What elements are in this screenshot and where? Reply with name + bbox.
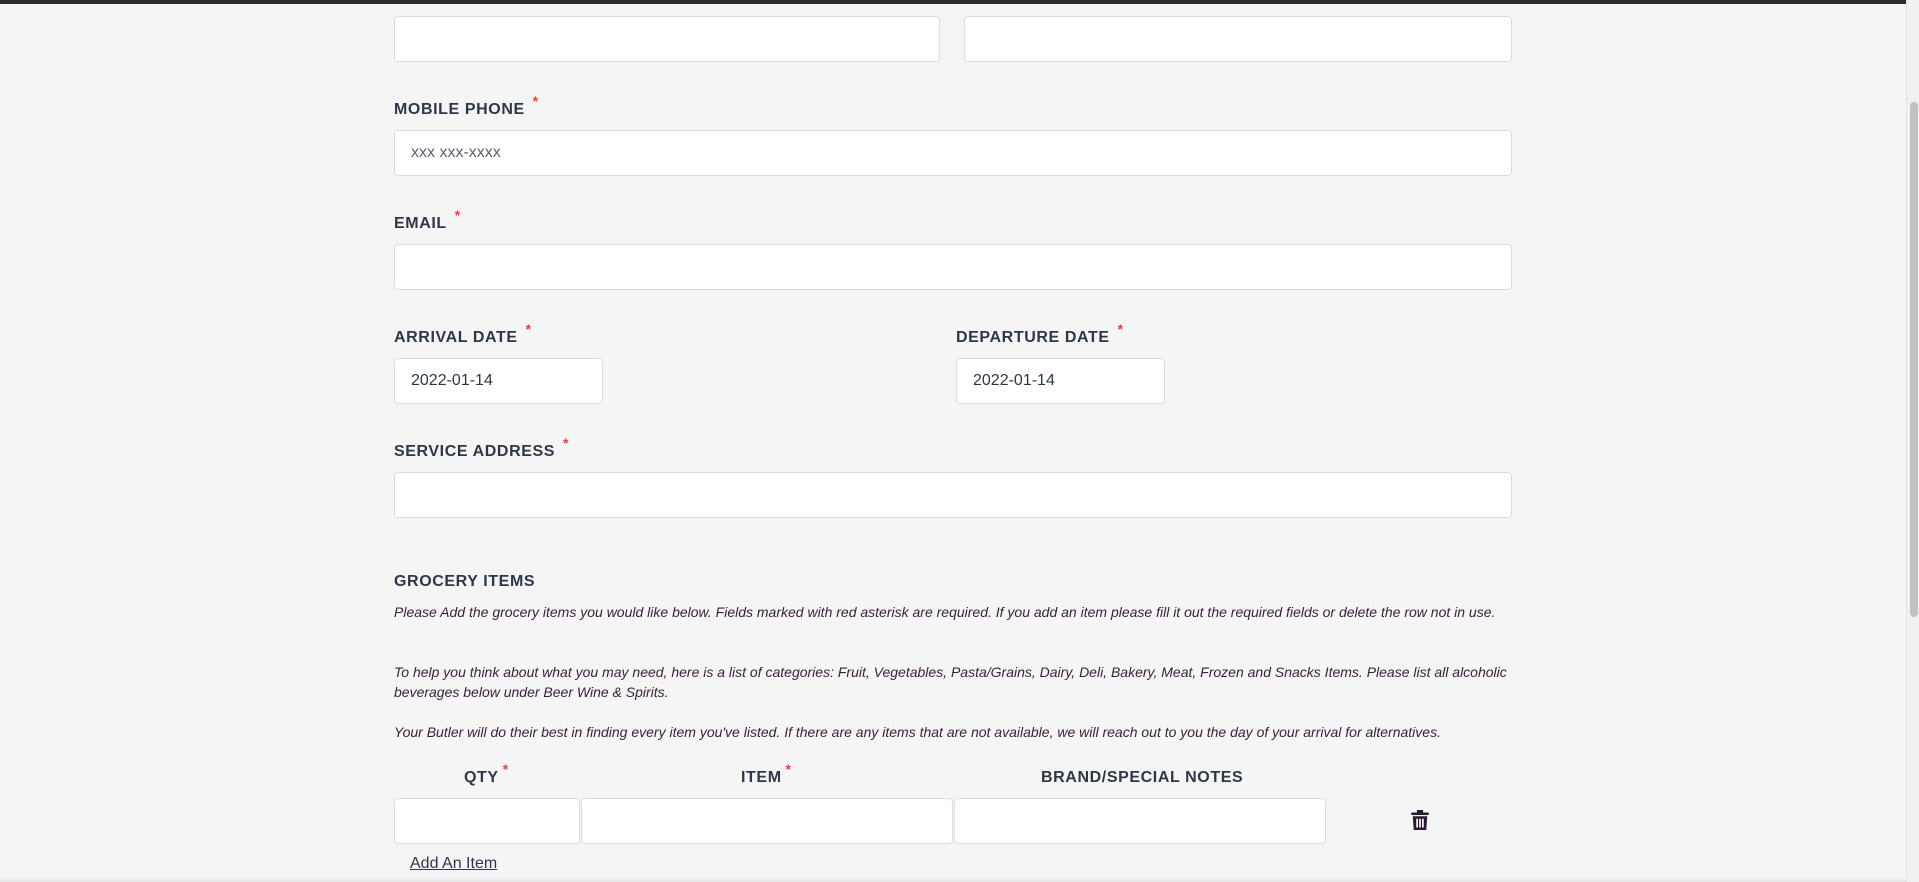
add-item-link[interactable]: Add An Item bbox=[410, 855, 497, 873]
grocery-items-title: GROCERY ITEMS bbox=[394, 573, 536, 590]
departure-date-label-text: DEPARTURE DATE bbox=[956, 329, 1110, 346]
top-right-input[interactable] bbox=[964, 16, 1512, 62]
arrival-date-label: ARRIVAL DATE * bbox=[394, 321, 532, 347]
item-header-text: ITEM bbox=[741, 769, 782, 786]
qty-input[interactable] bbox=[394, 798, 580, 844]
item-column-header: ITEM * bbox=[741, 761, 792, 787]
top-bar bbox=[0, 0, 1906, 4]
mobile-phone-label-text: MOBILE PHONE bbox=[394, 101, 525, 118]
required-asterisk: * bbox=[1117, 321, 1124, 337]
mobile-phone-label: MOBILE PHONE * bbox=[394, 93, 539, 119]
required-asterisk: * bbox=[785, 761, 792, 777]
brand-notes-input[interactable] bbox=[954, 798, 1326, 844]
grocery-instructions: Please Add the grocery items you would l… bbox=[394, 604, 1496, 620]
email-label: EMAIL * bbox=[394, 207, 461, 233]
trash-icon[interactable] bbox=[1411, 810, 1429, 830]
service-address-label-text: SERVICE ADDRESS bbox=[394, 443, 556, 460]
service-address-input[interactable] bbox=[394, 472, 1512, 518]
service-address-label: SERVICE ADDRESS * bbox=[394, 435, 569, 461]
required-asterisk: * bbox=[532, 93, 539, 109]
required-asterisk: * bbox=[454, 207, 461, 223]
item-input[interactable] bbox=[581, 798, 953, 844]
bottom-shadow bbox=[0, 876, 1906, 882]
grocery-categories-hint: To help you think about what you may nee… bbox=[394, 664, 1507, 700]
grocery-availability-note: Your Butler will do their best in findin… bbox=[394, 724, 1441, 740]
scrollbar-thumb[interactable] bbox=[1910, 102, 1918, 617]
required-asterisk: * bbox=[502, 761, 509, 777]
arrival-date-label-text: ARRIVAL DATE bbox=[394, 329, 518, 346]
email-input[interactable] bbox=[394, 244, 1512, 290]
notes-column-header: BRAND/SPECIAL NOTES bbox=[1041, 769, 1244, 786]
departure-date-label: DEPARTURE DATE * bbox=[956, 321, 1124, 347]
scrollbar[interactable] bbox=[1906, 0, 1919, 882]
arrival-date-input[interactable]: 2022-01-14 bbox=[394, 358, 603, 404]
required-asterisk: * bbox=[563, 435, 570, 451]
departure-date-input[interactable]: 2022-01-14 bbox=[956, 358, 1165, 404]
qty-column-header: QTY * bbox=[464, 761, 509, 787]
top-left-input[interactable] bbox=[394, 16, 940, 62]
required-asterisk: * bbox=[525, 321, 532, 337]
qty-header-text: QTY bbox=[464, 769, 499, 786]
email-label-text: EMAIL bbox=[394, 215, 447, 232]
mobile-phone-input[interactable]: xxx xxx-xxxx bbox=[394, 130, 1512, 176]
